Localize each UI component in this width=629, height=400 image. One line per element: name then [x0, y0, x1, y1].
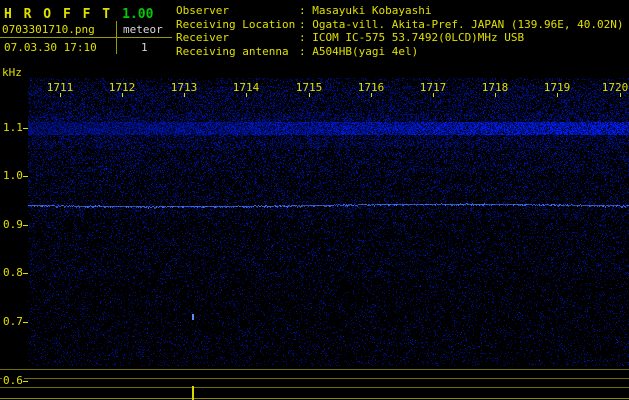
- app-title-row: H R O F F T 1.00: [4, 3, 153, 22]
- info-value: : ICOM IC-575 53.7492(0LCD)MHz USB: [299, 31, 524, 44]
- time-tickmark: [184, 93, 185, 97]
- time-tickmark: [557, 93, 558, 97]
- meteor-event-marker: [192, 386, 194, 400]
- info-value: : Masayuki Kobayashi: [299, 4, 431, 17]
- level-gridline: [0, 369, 629, 370]
- level-gridline: [0, 378, 629, 379]
- freq-tickmark: [23, 128, 28, 129]
- freq-tickmark: [23, 273, 28, 274]
- app-version: 1.00: [122, 7, 153, 22]
- freq-tickmark: [23, 176, 28, 177]
- freq-label-1-0: 1.0: [2, 169, 24, 182]
- time-tickmark: [495, 93, 496, 97]
- app-title: H R O F F T: [4, 7, 112, 22]
- time-tickmark: [371, 93, 372, 97]
- signal-level-trace: [0, 398, 629, 399]
- info-row-location: Receiving Location: Ogata-vill. Akita-Pr…: [176, 18, 624, 32]
- info-label: Receiving Location: [176, 18, 299, 32]
- freq-tickmark: [23, 322, 28, 323]
- info-row-antenna: Receiving antenna: A504HB(yagi 4el): [176, 45, 624, 59]
- info-label: Receiver: [176, 31, 299, 45]
- info-value: : A504HB(yagi 4el): [299, 45, 418, 58]
- info-label: Observer: [176, 4, 299, 18]
- hrofft-window: H R O F F T 1.00 0703301710.png meteor 1 …: [0, 0, 629, 400]
- info-label: Receiving antenna: [176, 45, 299, 59]
- time-tickmark: [433, 93, 434, 97]
- level-gridline: [0, 387, 629, 388]
- time-tickmark: [620, 93, 621, 97]
- meteor-count-value: 1: [141, 41, 148, 54]
- freq-label-0-8: 0.8: [2, 266, 24, 279]
- frequency-unit-label: kHz: [2, 66, 22, 79]
- header-divider-vertical: [116, 21, 117, 54]
- info-row-observer: Observer: Masayuki Kobayashi: [176, 4, 624, 18]
- spectrogram-canvas: [28, 78, 629, 366]
- output-filename: 0703301710.png: [2, 23, 95, 36]
- time-tickmark: [60, 93, 61, 97]
- time-label-1720: 1720: [598, 81, 629, 94]
- header-divider-horizontal: [0, 37, 172, 38]
- observation-datetime: 07.03.30 17:10: [4, 41, 97, 54]
- info-row-receiver: Receiver: ICOM IC-575 53.7492(0LCD)MHz U…: [176, 31, 624, 45]
- station-info: Observer: Masayuki Kobayashi Receiving L…: [176, 4, 624, 58]
- freq-label-0-9: 0.9: [2, 218, 24, 231]
- time-tickmark: [309, 93, 310, 97]
- meteor-count-label: meteor: [123, 23, 163, 36]
- freq-tickmark: [23, 225, 28, 226]
- freq-tickmark: [23, 381, 28, 382]
- freq-label-0-7: 0.7: [2, 315, 24, 328]
- freq-label-1-1: 1.1: [2, 121, 24, 134]
- freq-label-0-6: 0.6: [2, 374, 24, 387]
- info-value: : Ogata-vill. Akita-Pref. JAPAN (139.96E…: [299, 18, 624, 31]
- time-tickmark: [122, 93, 123, 97]
- time-tickmark: [246, 93, 247, 97]
